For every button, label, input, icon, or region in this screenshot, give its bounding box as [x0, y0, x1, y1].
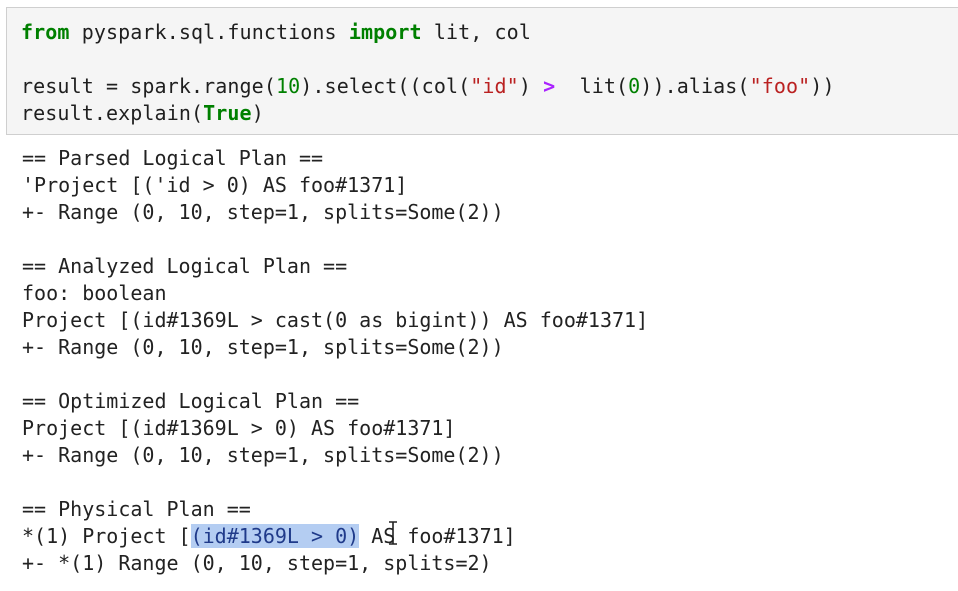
code-segment: )).alias( [640, 74, 750, 98]
keyword-from: from [21, 20, 70, 44]
output-line: == Optimized Logical Plan == [22, 389, 360, 413]
keyword-import: import [348, 20, 422, 44]
notebook: from pyspark.sql.functions import lit, c… [0, 0, 958, 591]
output-line: +- Range (0, 10, step=1, splits=Some(2)) [22, 335, 504, 359]
code-segment: ) [251, 101, 264, 125]
output-line: == Parsed Logical Plan == [22, 146, 324, 170]
string-literal: "id" [470, 74, 519, 98]
code-segment: result.explain( [21, 101, 204, 125]
output-line: Project [(id#1369L > cast(0 as bigint)) … [22, 308, 649, 332]
output-line-physical-project: *(1) Project [(id#1369L > 0) AS foo#1371… [22, 523, 516, 550]
code-segment: result = spark.range( [21, 74, 276, 98]
output-text: *(1) Project [ [22, 524, 191, 548]
output-line: Project [(id#1369L > 0) AS foo#1371] [22, 416, 456, 440]
output-line: 'Project [('id > 0) AS foo#1371] [22, 173, 408, 197]
output-line: +- Range (0, 10, step=1, splits=Some(2)) [22, 443, 504, 467]
output-text: AS foo#1371] [359, 524, 516, 548]
code-line-2: result = spark.range(10).select((col("id… [21, 73, 835, 99]
import-names: lit, col [421, 20, 531, 44]
code-input-cell[interactable]: from pyspark.sql.functions import lit, c… [6, 7, 958, 135]
code-segment: )) [810, 74, 835, 98]
code-segment: lit( [555, 74, 629, 98]
string-literal: "foo" [749, 74, 811, 98]
keyword-true: True [203, 101, 252, 125]
code-segment: ) [518, 74, 544, 98]
output-line: foo: boolean [22, 281, 167, 305]
operator: > [543, 74, 556, 98]
number-literal: 10 [275, 74, 301, 98]
selected-text[interactable]: (id#1369L > 0) [190, 524, 360, 548]
module-name: pyspark.sql.functions [69, 20, 349, 44]
code-line-3: result.explain(True) [21, 100, 264, 126]
code-segment: ).select((col( [300, 74, 471, 98]
text-cursor-icon [389, 521, 397, 545]
output-line: == Analyzed Logical Plan == [22, 254, 348, 278]
output-line: == Physical Plan == [22, 497, 251, 521]
output-line: +- *(1) Range (0, 10, step=1, splits=2) [22, 551, 492, 575]
code-line-1: from pyspark.sql.functions import lit, c… [21, 19, 531, 45]
output-line: +- Range (0, 10, step=1, splits=Some(2)) [22, 200, 504, 224]
number-literal: 0 [628, 74, 641, 98]
